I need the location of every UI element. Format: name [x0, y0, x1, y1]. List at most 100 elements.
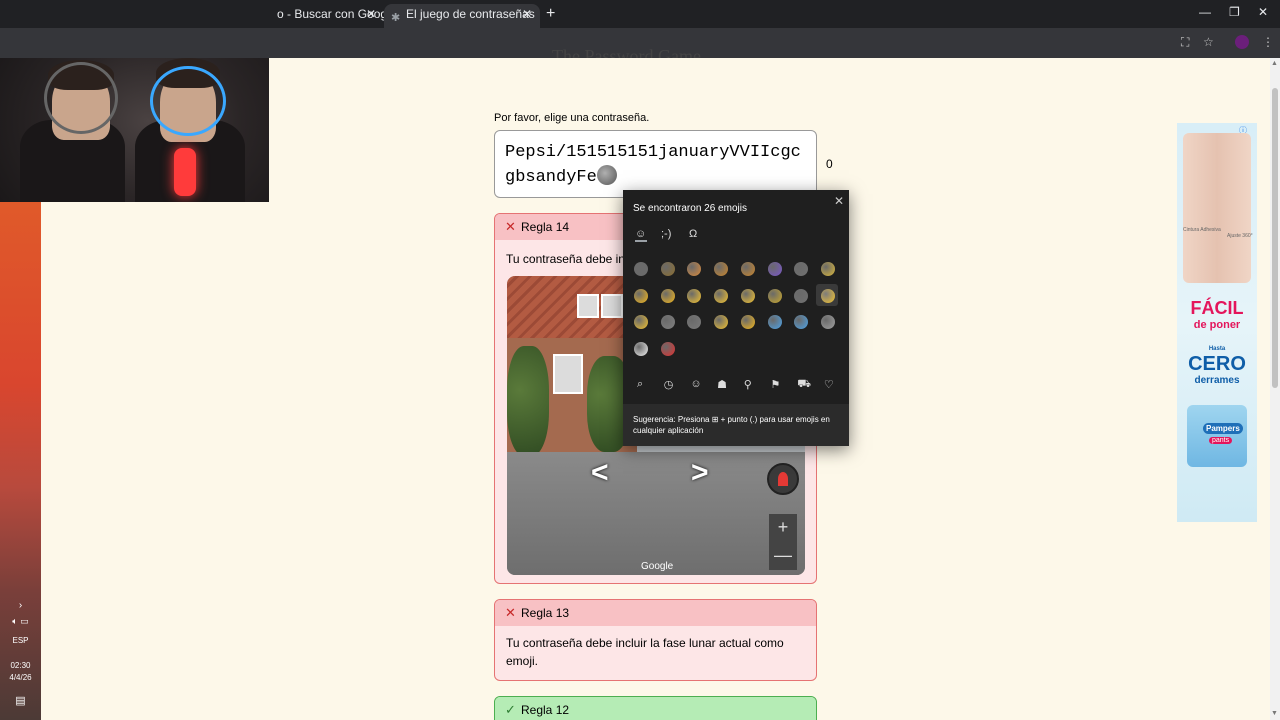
rule-12-card: ✓ Regla 12	[494, 696, 817, 720]
ad-headline: FÁCIL	[1190, 298, 1244, 318]
check-icon: ✓	[505, 702, 516, 717]
ad-product: pants	[1209, 437, 1233, 444]
category-places-icon[interactable]: ⚲	[744, 378, 752, 391]
ad-label-right: Ajuste 360°	[1227, 233, 1253, 239]
kaomoji-tab[interactable]: ;-)	[661, 228, 671, 240]
emoji-item[interactable]	[634, 288, 648, 303]
mic-light	[174, 148, 196, 196]
emoji-item[interactable]	[794, 315, 809, 329]
scroll-thumb[interactable]	[1272, 88, 1278, 388]
nav-right-arrow[interactable]: >	[691, 456, 709, 490]
clock-date[interactable]: 4/4/26	[0, 673, 41, 682]
x-icon: ✕	[505, 219, 516, 234]
emoji-item[interactable]	[714, 262, 729, 276]
new-tab-button[interactable]: +	[546, 4, 555, 24]
rule-12-header: ✓ Regla 12	[495, 697, 816, 720]
ad-sub-1: Hasta	[1208, 346, 1226, 352]
password-prompt: Por favor, elige una contraseña.	[494, 112, 650, 124]
category-transport-icon[interactable]: ⛟	[797, 378, 811, 392]
emoji-item[interactable]	[767, 262, 782, 276]
tab-label: El juego de contraseñas	[406, 7, 535, 21]
emoji-item[interactable]	[767, 315, 782, 329]
window	[601, 294, 623, 318]
rule-13-text: Tu contraseña debe incluir la fase lunar…	[506, 636, 784, 668]
ad-subheadline: de poner	[1193, 319, 1241, 331]
favicon-icon: ✱	[391, 12, 401, 24]
road	[507, 452, 805, 575]
volume-icon[interactable]: 🔈︎ ▭	[0, 616, 41, 627]
rule-title: Regla 13	[521, 606, 570, 620]
language-indicator[interactable]: ESP	[0, 636, 41, 645]
notifications-icon[interactable]: ▤	[0, 694, 41, 707]
emoji-item[interactable]	[740, 288, 755, 303]
headset-right	[150, 66, 226, 136]
emoji-item[interactable]	[687, 288, 702, 303]
category-smileys-icon[interactable]: ☺	[690, 378, 701, 390]
emoji-item[interactable]	[740, 262, 755, 276]
emoji-item[interactable]	[714, 288, 729, 303]
emoji-item[interactable]	[740, 315, 755, 329]
screen: o - Buscar con Google ✕ ✱ El juego de co…	[0, 0, 1280, 720]
emoji-item[interactable]	[794, 262, 809, 276]
tab-password-game[interactable]: ✱ El juego de contraseñas ✕	[384, 4, 540, 28]
tab-close-icon[interactable]: ✕	[366, 4, 376, 24]
scroll-up-icon[interactable]: ▲	[1271, 60, 1278, 67]
emoji-item[interactable]	[820, 288, 835, 303]
ad-product-image	[1183, 133, 1251, 283]
category-search-icon[interactable]: ⌕	[637, 378, 643, 391]
emoji-tab[interactable]: ☺	[635, 228, 646, 240]
emoji-item[interactable]	[660, 341, 675, 356]
emoji-item[interactable]	[714, 315, 729, 329]
emoji-item[interactable]	[820, 262, 835, 276]
menu-icon[interactable]: ⋮	[1262, 35, 1274, 49]
translate-icon[interactable]: ⛶	[1181, 35, 1189, 50]
page-scrollbar[interactable]: ▲ ▼	[1270, 58, 1280, 720]
ad-banner[interactable]: ⓘ ⋮ Cintura Adhesiva Ajuste 360° FÁCIL d…	[1177, 123, 1257, 522]
close-icon[interactable]: ✕	[834, 194, 844, 208]
emoji-item[interactable]	[660, 315, 675, 329]
zoom-in-button[interactable]: +	[769, 514, 797, 542]
category-recent-icon[interactable]: ◷	[664, 378, 674, 391]
emoji-panel-title: Se encontraron 26 emojis	[633, 203, 747, 214]
emoji-item[interactable]	[660, 288, 675, 303]
rule-13-header: ✕ Regla 13	[495, 600, 816, 626]
emoji-item[interactable]	[634, 315, 648, 329]
profile-avatar[interactable]	[1235, 35, 1249, 49]
emoji-item[interactable]	[634, 341, 648, 356]
emoji-item[interactable]	[660, 262, 675, 276]
restore-button[interactable]: ❐	[1229, 5, 1240, 19]
category-people-icon[interactable]: ☗	[717, 378, 727, 391]
emoji-item[interactable]	[687, 262, 702, 276]
emoji-item[interactable]	[767, 288, 782, 303]
zoom-out-button[interactable]: —	[769, 542, 797, 570]
clock-time[interactable]: 02:30	[0, 661, 41, 670]
moon-emoji-icon	[596, 165, 617, 185]
chevron-right-icon[interactable]: ›	[0, 600, 41, 611]
category-celebrations-icon[interactable]: ⚑	[771, 378, 781, 391]
emoji-item[interactable]	[794, 288, 809, 303]
window	[577, 294, 599, 318]
ad-sub-3: derrames	[1194, 375, 1240, 386]
ad-package: Pampers pants	[1187, 405, 1247, 467]
x-icon: ✕	[505, 605, 516, 620]
minimize-button[interactable]: —	[1199, 5, 1211, 19]
google-logo: Google	[641, 561, 674, 572]
nav-left-arrow[interactable]: <	[591, 456, 609, 490]
tab-bar: o - Buscar con Google ✕ ✱ El juego de co…	[0, 0, 1280, 28]
tab-close-icon[interactable]: ✕	[522, 4, 532, 24]
emoji-item[interactable]	[820, 315, 835, 329]
password-input[interactable]: Pepsi/151515151januaryVVIIcgcgbsandyFe	[494, 130, 817, 198]
scroll-down-icon[interactable]: ▼	[1271, 710, 1278, 717]
character-count: 0	[826, 157, 833, 171]
tab-prefix: o -	[277, 7, 295, 21]
emoji-item[interactable]	[687, 315, 702, 329]
category-hearts-icon[interactable]: ♡	[824, 378, 834, 391]
star-icon[interactable]: ☆	[1203, 35, 1214, 49]
desktop-taskbar: › 🔈︎ ▭ ESP 02:30 4/4/26 ▤	[0, 202, 41, 720]
emoji-item[interactable]	[634, 262, 648, 276]
window	[553, 354, 583, 394]
compass-icon[interactable]	[767, 463, 799, 495]
symbols-tab[interactable]: Ω	[689, 228, 697, 240]
page-title: The Password Game	[552, 46, 701, 58]
close-window-button[interactable]: ✕	[1258, 5, 1268, 19]
